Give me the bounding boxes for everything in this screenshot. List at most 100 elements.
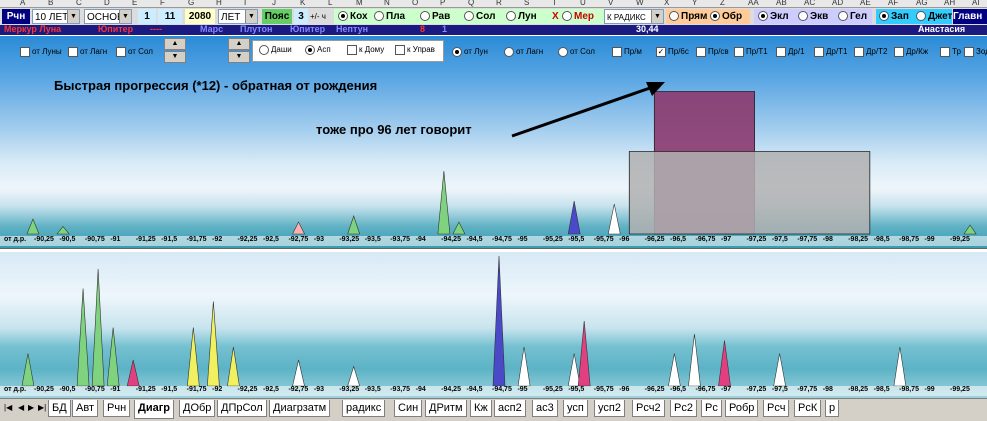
sheet-tab[interactable]: р bbox=[825, 400, 840, 417]
year-cell[interactable]: 2080 bbox=[185, 9, 215, 24]
opt-from-lagn[interactable]: от Лагн bbox=[68, 47, 107, 57]
radio-obr[interactable]: Обр bbox=[710, 9, 742, 24]
radio-icon bbox=[562, 11, 572, 22]
num2-cell[interactable]: 11 bbox=[158, 9, 182, 24]
sheet-tab[interactable]: асп2 bbox=[494, 400, 526, 417]
period-select[interactable]: 10 ЛЕТ ▼ bbox=[32, 9, 80, 24]
chart-spike bbox=[207, 301, 220, 387]
num3-cell[interactable]: 3 bbox=[294, 9, 308, 24]
sheet-tab[interactable]: Рсч2 bbox=[632, 400, 665, 417]
sheet-tab[interactable]: РсК bbox=[794, 400, 822, 417]
column-letter: G bbox=[188, 0, 195, 7]
opt-from-moon[interactable]: от Луны bbox=[20, 47, 62, 57]
chart-spike bbox=[56, 226, 70, 235]
main-button[interactable]: Главн bbox=[953, 9, 987, 24]
column-letter: L bbox=[328, 0, 333, 7]
sheet-tab[interactable]: Рсч bbox=[763, 400, 790, 417]
column-letter: I bbox=[244, 0, 247, 7]
chart-spike bbox=[227, 346, 240, 387]
sheet-tab[interactable]: Авт bbox=[72, 400, 98, 417]
chart-spike bbox=[76, 288, 90, 387]
radio-jet[interactable]: Джет bbox=[916, 9, 952, 24]
belt-button[interactable]: Пояс bbox=[262, 9, 292, 24]
series-opt-dr-1[interactable]: Др/1 bbox=[776, 47, 805, 57]
sheet-tab[interactable]: Син bbox=[394, 400, 423, 417]
series-opt-dr-kzh[interactable]: Др/Кж bbox=[894, 47, 928, 57]
checkbox-k-domu[interactable]: к Дому bbox=[347, 45, 384, 55]
sheet-tab[interactable]: БД bbox=[48, 400, 71, 417]
radio-ekl[interactable]: Экл bbox=[758, 9, 789, 24]
series-opt-from-lun[interactable]: от Лун bbox=[452, 47, 488, 57]
sheet-tab[interactable]: ДРитм bbox=[425, 400, 467, 417]
chevron-down-icon[interactable]: ▼ bbox=[651, 10, 663, 23]
radio-sol[interactable]: Сол bbox=[464, 9, 495, 24]
opt-from-sun[interactable]: от Сол bbox=[116, 47, 153, 57]
spin-up-button[interactable]: ▲ bbox=[164, 38, 186, 50]
radio-pla[interactable]: Пла bbox=[374, 9, 405, 24]
chevron-down-icon[interactable]: ▼ bbox=[245, 10, 257, 23]
num1-cell[interactable]: 1 bbox=[138, 9, 156, 24]
series-opt-tr[interactable]: Тр bbox=[940, 47, 961, 57]
radio-asp[interactable]: Асп bbox=[305, 45, 331, 55]
sheet-tab[interactable]: Диагрзатм bbox=[269, 400, 331, 417]
series-opt-dr-t2[interactable]: Др/Т2 bbox=[854, 47, 887, 57]
x-tick-label: -97,75 bbox=[797, 236, 818, 243]
spin-down-button[interactable]: ▼ bbox=[164, 51, 186, 63]
sheet-tab[interactable]: усп2 bbox=[594, 400, 625, 417]
base-select[interactable]: ОСНОВН ▼ bbox=[84, 9, 132, 24]
series-opt-zod[interactable]: Зод bbox=[964, 47, 987, 57]
sheet-tab[interactable]: Диагр bbox=[134, 400, 175, 419]
radio-zap[interactable]: Зап bbox=[879, 9, 909, 24]
radio-dashi[interactable]: Даши bbox=[259, 45, 292, 55]
radix-select[interactable]: К РАДИКС ▼ bbox=[604, 9, 664, 24]
chart-spike bbox=[577, 320, 591, 387]
sheet-tab[interactable]: Робр bbox=[725, 400, 759, 417]
sheet-tab[interactable]: ДПрСол bbox=[217, 400, 267, 417]
checkbox-icon bbox=[68, 47, 78, 57]
radio-ekv[interactable]: Экв bbox=[798, 9, 828, 24]
spin2-down-button[interactable]: ▼ bbox=[228, 51, 250, 63]
radio-gel[interactable]: Гел bbox=[838, 9, 867, 24]
chart-area-block bbox=[628, 151, 871, 235]
checkbox-k-uprav[interactable]: к Управ bbox=[395, 45, 435, 55]
radio-mer[interactable]: Мер bbox=[562, 9, 594, 24]
series-opt-dr-t1[interactable]: Др/Т1 bbox=[814, 47, 847, 57]
mode-button[interactable]: Рчн bbox=[2, 9, 30, 24]
sheet-tab[interactable]: Рс bbox=[701, 400, 722, 417]
sheet-tab[interactable]: радикс bbox=[342, 400, 386, 417]
chevron-down-icon[interactable]: ▼ bbox=[67, 10, 79, 23]
chevron-down-icon[interactable]: ▼ bbox=[119, 10, 131, 23]
sheet-tab[interactable]: усп bbox=[563, 400, 588, 417]
series-opt-from-sol[interactable]: от Сол bbox=[558, 47, 595, 57]
sheet-tab[interactable]: ДОбр bbox=[179, 400, 216, 417]
x-tick-label: -98,75 bbox=[899, 236, 919, 243]
radio-koh[interactable]: Кох bbox=[338, 9, 368, 24]
chart-spike bbox=[126, 359, 140, 387]
radio-lun[interactable]: Лун bbox=[506, 9, 537, 24]
series-opt-pr-t1[interactable]: Пр/Т1 bbox=[734, 47, 768, 57]
column-letter: R bbox=[496, 0, 502, 7]
next-sheet-icon[interactable]: ▶ bbox=[28, 403, 34, 412]
unit-select[interactable]: ЛЕТ ▼ bbox=[218, 9, 258, 24]
prev-sheet-icon[interactable]: ◀ bbox=[18, 403, 24, 412]
radio-pryam[interactable]: Прям bbox=[669, 9, 707, 24]
progression-chart: Быстрая прогрессия (*12) - обратная от р… bbox=[0, 36, 987, 248]
sheet-tab[interactable]: Кж bbox=[470, 400, 492, 417]
series-opt-pr-6s[interactable]: ✓ Пр/6с bbox=[656, 47, 689, 57]
series-opt-pr-m[interactable]: Пр/м bbox=[612, 47, 642, 57]
chart-title-annotation: Быстрая прогрессия (*12) - обратная от р… bbox=[54, 78, 378, 93]
x-tick-label: -92,25 bbox=[237, 386, 258, 393]
sheet-tab[interactable]: ас3 bbox=[532, 400, 558, 417]
sheet-tab[interactable]: Рчн bbox=[103, 400, 131, 417]
spin2-up-button[interactable]: ▲ bbox=[228, 38, 250, 50]
sheet-tab[interactable]: Рс2 bbox=[670, 400, 697, 417]
first-sheet-icon[interactable]: |◀ bbox=[4, 403, 12, 412]
radio-rav[interactable]: Рав bbox=[420, 9, 450, 24]
x-tick-label: -93,25 bbox=[339, 386, 360, 393]
last-sheet-icon[interactable]: ▶| bbox=[38, 403, 46, 412]
series-opt-pr-sv[interactable]: Пр/св bbox=[696, 47, 729, 57]
series-opt-from-lagn[interactable]: от Лагн bbox=[504, 47, 543, 57]
radio-box: Даши Асп к Дому к Управ bbox=[252, 40, 444, 62]
x-tick-label: -94,75 bbox=[492, 386, 512, 393]
radio-icon bbox=[916, 11, 926, 22]
